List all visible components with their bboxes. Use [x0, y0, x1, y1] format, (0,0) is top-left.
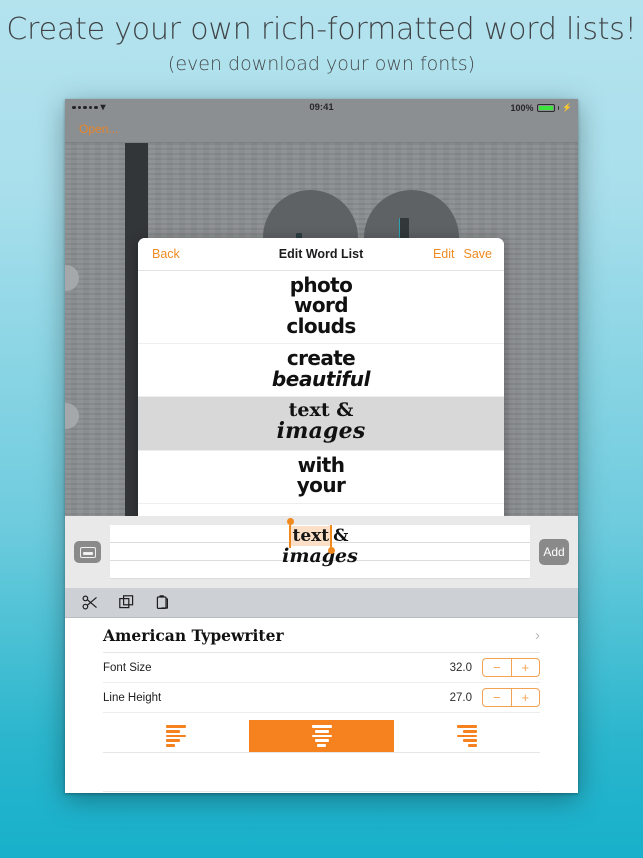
- battery-percent-label: 100%: [510, 102, 534, 113]
- word-line: with: [297, 452, 345, 477]
- app-toolbar: Open...: [65, 116, 578, 143]
- word-line: clouds: [286, 313, 356, 338]
- line-height-row: Line Height 27.0 − +: [103, 683, 540, 713]
- font-size-row: Font Size 32.0 − +: [103, 653, 540, 683]
- add-button[interactable]: Add: [539, 539, 569, 565]
- copy-icon[interactable]: [117, 594, 135, 612]
- table-row[interactable]: create beautiful: [138, 344, 504, 397]
- edit-button[interactable]: Edit: [433, 247, 455, 261]
- font-settings-panel: American Typewriter › Font Size 32.0 − +…: [65, 618, 578, 793]
- text-input-strip: text & images Add: [65, 516, 578, 588]
- modal-header-actions: Edit Save: [433, 247, 492, 261]
- chevron-right-icon[interactable]: ›: [535, 627, 540, 644]
- word-line: beautiful: [271, 366, 371, 391]
- line-height-decrement-button[interactable]: −: [483, 689, 512, 706]
- selection-bar-right[interactable]: [330, 525, 333, 548]
- line-height-increment-button[interactable]: +: [512, 689, 540, 706]
- word-line: images: [276, 418, 366, 445]
- status-bar-right: 100% ⚡: [511, 103, 573, 113]
- tablet-device: ▾ 09:41 100% ⚡ Open... Back Edit Word Li…: [65, 99, 578, 793]
- battery-icon: [536, 103, 555, 112]
- align-center-icon: [311, 725, 332, 747]
- modal-header: Back Edit Word List Edit Save: [138, 238, 504, 271]
- align-right-button[interactable]: [394, 720, 540, 752]
- clipboard-toolbar: [65, 588, 578, 618]
- font-name-label: American Typewriter: [103, 625, 284, 645]
- align-left-icon: [165, 725, 186, 747]
- charging-bolt-icon: ⚡: [562, 103, 572, 112]
- align-left-button[interactable]: [103, 720, 249, 752]
- promo-headline: Create your own rich-formatted word list…: [6, 12, 637, 47]
- word-edit-field[interactable]: text & images: [110, 518, 530, 579]
- font-size-decrement-button[interactable]: −: [483, 659, 512, 676]
- word-line: create: [286, 346, 356, 371]
- line-height-label: Line Height: [103, 691, 162, 704]
- promo-header: Create your own rich-formatted word list…: [0, 0, 643, 92]
- line-height-value: 27.0: [449, 691, 472, 704]
- selected-text[interactable]: text: [286, 518, 335, 554]
- font-name-row[interactable]: American Typewriter ›: [103, 618, 540, 653]
- selection-handle-start[interactable]: [286, 518, 294, 525]
- font-size-increment-button[interactable]: +: [512, 659, 540, 676]
- selection-bar-left[interactable]: [289, 525, 292, 548]
- cut-icon[interactable]: [81, 594, 99, 612]
- panel-divider: [103, 791, 540, 792]
- promo-subhead: (even download your own fonts): [167, 53, 476, 75]
- table-row[interactable]: photo word clouds: [138, 271, 504, 345]
- table-row-selected[interactable]: text & images: [138, 396, 504, 451]
- font-size-value: 32.0: [449, 661, 472, 674]
- keyboard-icon[interactable]: [74, 541, 101, 563]
- edit-field-line-2: images: [282, 545, 358, 567]
- selection-handle-end[interactable]: [327, 547, 335, 554]
- edit-field-line-1: text &: [286, 518, 349, 554]
- align-right-icon: [457, 725, 478, 747]
- word-line: photo: [289, 273, 353, 297]
- font-size-label: Font Size: [103, 661, 152, 674]
- line-height-stepper[interactable]: − +: [482, 688, 540, 707]
- open-button[interactable]: Open...: [79, 122, 118, 136]
- paste-icon[interactable]: [153, 594, 171, 612]
- word-line: word: [294, 293, 349, 318]
- status-bar: ▾ 09:41 100% ⚡: [65, 99, 578, 116]
- font-size-stepper[interactable]: − +: [482, 658, 540, 677]
- word-line: your: [296, 473, 346, 498]
- status-bar-time: 09:41: [309, 102, 334, 113]
- alignment-button-group: [103, 720, 540, 753]
- table-row[interactable]: with your: [138, 451, 504, 504]
- align-center-button[interactable]: [248, 720, 395, 752]
- save-button[interactable]: Save: [464, 247, 493, 261]
- battery-tip-icon: [557, 105, 560, 110]
- edit-field-trailing-text: &: [333, 526, 349, 546]
